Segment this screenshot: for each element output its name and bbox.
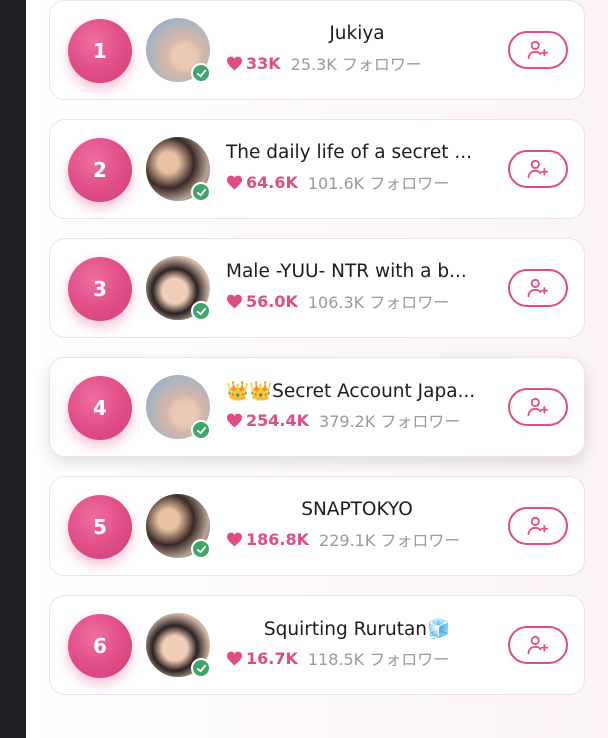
verified-badge-icon bbox=[191, 301, 211, 321]
user-plus-icon bbox=[527, 159, 548, 179]
verified-badge-icon bbox=[191, 658, 211, 678]
followers-count: 25.3K フォロワー bbox=[290, 55, 422, 74]
likes-value: 186.8K bbox=[246, 529, 310, 549]
likes-count: 64.6K bbox=[226, 173, 298, 192]
follow-button[interactable] bbox=[508, 269, 568, 307]
followers-count: 118.5K フォロワー bbox=[307, 650, 450, 669]
heart-icon bbox=[227, 651, 242, 665]
ranking-card[interactable]: 3 Male -YUU- NTR with a b... 56.0K 106.3… bbox=[49, 238, 585, 338]
heart-icon bbox=[227, 294, 242, 308]
follow-button[interactable] bbox=[508, 626, 568, 664]
likes-count: 33K bbox=[226, 54, 281, 73]
followers-count: 379.2K フォロワー bbox=[319, 412, 461, 431]
rank-badge: 4 bbox=[68, 376, 132, 440]
creator-stats: 56.0K 106.3K フォロワー bbox=[226, 290, 449, 312]
user-plus-icon bbox=[527, 635, 548, 655]
likes-value: 254.4K bbox=[246, 410, 310, 430]
follow-button[interactable] bbox=[508, 31, 568, 69]
user-plus-icon bbox=[527, 40, 548, 60]
creator-name[interactable]: Jukiya bbox=[226, 23, 488, 47]
heart-icon bbox=[227, 413, 242, 427]
ranking-panel: 1 Jukiya 33K 25.3K フォロワー 2 The daily lif… bbox=[26, 0, 608, 738]
likes-count: 16.7K bbox=[226, 649, 298, 668]
ranking-card[interactable]: 5 SNAPTOKYO 186.8K 229.1K フォロワー bbox=[49, 476, 585, 576]
ranking-card[interactable]: 4 👑👑Secret Account Japa... 254.4K 379.2K… bbox=[49, 357, 585, 457]
ranking-card[interactable]: 2 The daily life of a secret ... 64.6K 1… bbox=[49, 119, 585, 219]
creator-stats: 64.6K 101.6K フォロワー bbox=[226, 171, 449, 193]
rank-badge: 3 bbox=[68, 257, 132, 321]
likes-value: 56.0K bbox=[246, 291, 298, 311]
verified-badge-icon bbox=[191, 63, 211, 83]
verified-badge-icon bbox=[191, 539, 211, 559]
creator-stats: 16.7K 118.5K フォロワー bbox=[226, 647, 449, 669]
creator-name[interactable]: SNAPTOKYO bbox=[226, 499, 488, 523]
creator-name[interactable]: 👑👑Secret Account Japa... bbox=[226, 380, 488, 404]
followers-count: 106.3K フォロワー bbox=[307, 293, 450, 312]
followers-count: 101.6K フォロワー bbox=[307, 174, 450, 193]
creator-name[interactable]: Squirting Rurutan🧊 bbox=[226, 618, 488, 642]
followers-count: 229.1K フォロワー bbox=[319, 531, 461, 550]
ranking-card[interactable]: 1 Jukiya 33K 25.3K フォロワー bbox=[49, 0, 585, 100]
follow-button[interactable] bbox=[508, 507, 568, 545]
verified-badge-icon bbox=[191, 420, 211, 440]
creator-name[interactable]: Male -YUU- NTR with a b... bbox=[226, 261, 488, 285]
rank-badge: 5 bbox=[68, 495, 132, 559]
rank-badge: 6 bbox=[68, 614, 132, 678]
creator-name[interactable]: The daily life of a secret ... bbox=[226, 142, 488, 166]
follow-button[interactable] bbox=[508, 388, 568, 426]
ranking-card[interactable]: 6 Squirting Rurutan🧊 16.7K 118.5K フォロワー bbox=[49, 595, 585, 695]
likes-count: 186.8K bbox=[226, 530, 309, 549]
heart-icon bbox=[227, 56, 242, 70]
follow-button[interactable] bbox=[508, 150, 568, 188]
creator-stats: 254.4K 379.2K フォロワー bbox=[226, 409, 460, 431]
creator-stats: 33K 25.3K フォロワー bbox=[226, 52, 422, 74]
user-plus-icon bbox=[527, 278, 548, 298]
user-plus-icon bbox=[527, 397, 548, 417]
verified-badge-icon bbox=[191, 182, 211, 202]
likes-count: 56.0K bbox=[226, 292, 298, 311]
likes-count: 254.4K bbox=[226, 411, 309, 430]
likes-value: 33K bbox=[246, 53, 281, 73]
likes-value: 16.7K bbox=[246, 648, 298, 668]
user-plus-icon bbox=[527, 516, 548, 536]
heart-icon bbox=[227, 175, 242, 189]
rank-badge: 1 bbox=[68, 19, 132, 83]
creator-stats: 186.8K 229.1K フォロワー bbox=[226, 528, 460, 550]
likes-value: 64.6K bbox=[246, 172, 298, 192]
heart-icon bbox=[227, 532, 242, 546]
rank-badge: 2 bbox=[68, 138, 132, 202]
